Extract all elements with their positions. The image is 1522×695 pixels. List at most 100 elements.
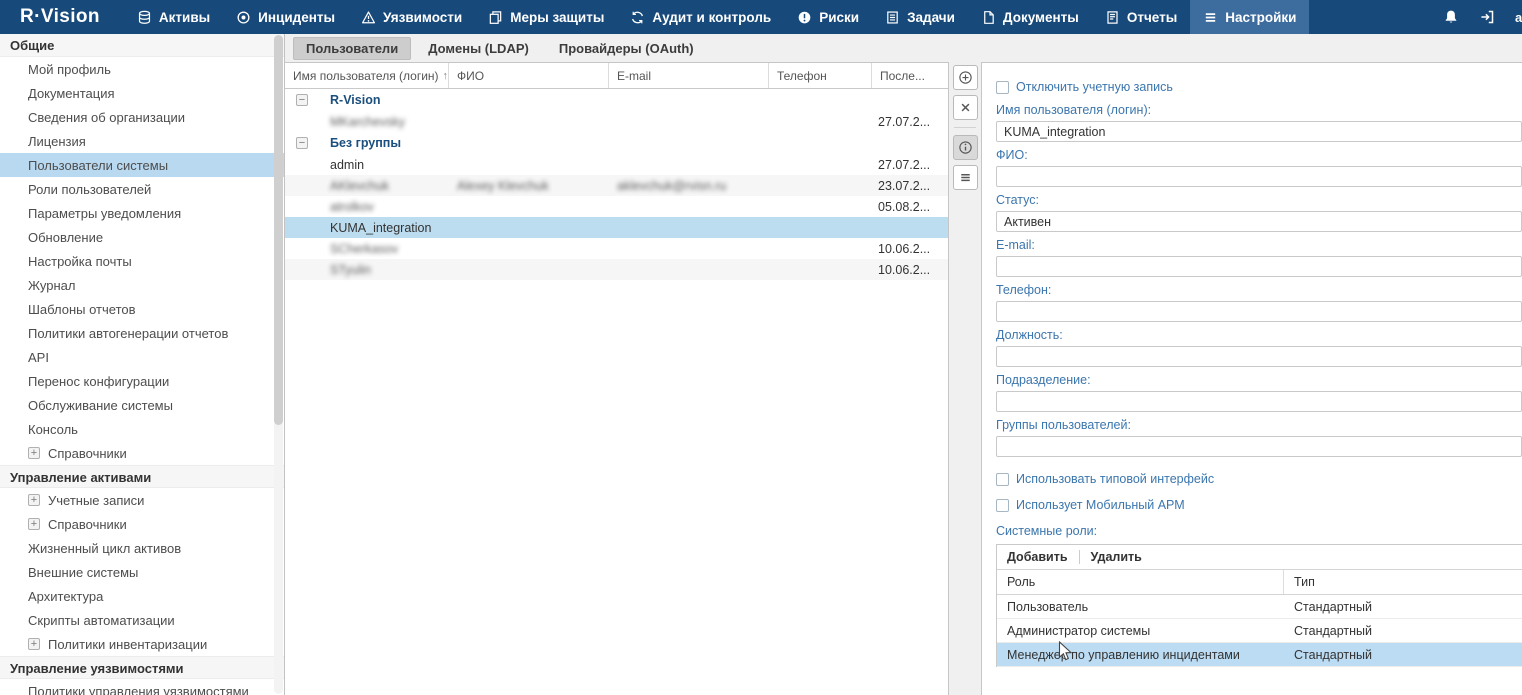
users-table-body: −R-VisionMKarchevsky27.07.2...−Без групп… <box>285 89 948 695</box>
checkbox-box[interactable] <box>996 473 1009 486</box>
users-table-row[interactable]: SCherkasov10.06.2... <box>285 238 948 259</box>
sidebar-item[interactable]: Внешние системы <box>0 560 284 584</box>
list-view-button[interactable] <box>953 165 978 190</box>
users-table-row[interactable]: KUMA_integration <box>285 217 948 238</box>
sidebar-item-label: Сведения об организации <box>28 110 185 125</box>
nav-item[interactable]: Активы <box>124 0 223 34</box>
expand-plus-icon[interactable]: + <box>28 447 40 459</box>
users-table-row[interactable]: STyulin10.06.2... <box>285 259 948 280</box>
email-input[interactable] <box>996 256 1522 277</box>
user-groups-input[interactable] <box>996 436 1522 457</box>
users-column-header[interactable]: E-mail <box>609 63 769 88</box>
fio-input[interactable] <box>996 166 1522 187</box>
roles-column-header[interactable]: Роль <box>997 570 1284 594</box>
sidebar-item[interactable]: Сведения об организации <box>0 105 284 129</box>
phone-input[interactable] <box>996 301 1522 322</box>
department-input[interactable] <box>996 391 1522 412</box>
user-last-login-cell: 27.07.2... <box>872 158 948 172</box>
users-table-row[interactable]: admin 27.07.2... <box>285 154 948 175</box>
remove-role-button[interactable]: Удалить <box>1091 550 1142 564</box>
sidebar-item[interactable]: +Справочники <box>0 441 284 465</box>
sidebar-item[interactable]: Лицензия <box>0 129 284 153</box>
users-column-header[interactable]: ФИО <box>449 63 609 88</box>
position-input[interactable] <box>996 346 1522 367</box>
sidebar-item[interactable]: +Справочники <box>0 512 284 536</box>
login-input[interactable] <box>996 121 1522 142</box>
nav-item[interactable]: Задачи <box>872 0 968 34</box>
sidebar-scrollbar[interactable] <box>274 35 283 694</box>
users-group-row[interactable]: −R-Vision <box>285 89 948 111</box>
sidebar-item[interactable]: Обслуживание системы <box>0 393 284 417</box>
users-column-header[interactable]: Телефон <box>769 63 872 88</box>
users-table-row[interactable]: AKlevchukAlexey Klevchukaklevchuk@rvisn.… <box>285 175 948 196</box>
sidebar-item[interactable]: Документация <box>0 81 284 105</box>
roles-table-row[interactable]: Менеджер по управлению инцидентамиСтанда… <box>997 643 1522 667</box>
nav-item[interactable]: Аудит и контроль <box>617 0 784 34</box>
sidebar-item[interactable]: Жизненный цикл активов <box>0 536 284 560</box>
sort-ascending-icon: ↑ <box>443 70 449 82</box>
sidebar-item[interactable]: Скрипты автоматизации <box>0 608 284 632</box>
tab[interactable]: Провайдеры (OAuth) <box>546 37 707 60</box>
roles-table-row[interactable]: ПользовательСтандартный <box>997 595 1522 619</box>
notifications-bell-icon[interactable] <box>1443 9 1459 25</box>
sidebar-item[interactable]: Перенос конфигурации <box>0 369 284 393</box>
sidebar-item[interactable]: Политики управления уязвимостями <box>0 679 284 695</box>
users-table-row[interactable]: MKarchevsky27.07.2... <box>285 111 948 132</box>
checkbox-box[interactable] <box>996 81 1009 94</box>
sidebar-item[interactable]: Мой профиль <box>0 57 284 81</box>
tasks-icon <box>885 10 900 25</box>
expand-plus-icon[interactable]: + <box>28 638 40 650</box>
add-record-button[interactable] <box>953 65 978 90</box>
sidebar-item[interactable]: Параметры уведомления <box>0 201 284 225</box>
tab[interactable]: Пользователи <box>293 37 411 60</box>
add-role-button[interactable]: Добавить <box>1007 550 1068 564</box>
status-input[interactable] <box>996 211 1522 232</box>
sidebar-item[interactable]: Консоль <box>0 417 284 441</box>
sidebar-item[interactable]: Настройка почты <box>0 249 284 273</box>
sidebar-item[interactable]: Обновление <box>0 225 284 249</box>
sidebar-item-label: Архитектура <box>28 589 103 604</box>
nav-item[interactable]: Инциденты <box>223 0 348 34</box>
detail-field: Группы пользователей: <box>996 418 1522 457</box>
collapse-minus-icon[interactable]: − <box>296 94 308 106</box>
nav-item[interactable]: Документы <box>968 0 1092 34</box>
disable-account-checkbox[interactable]: Отключить учетную запись <box>996 77 1522 97</box>
tab[interactable]: Домены (LDAP) <box>415 37 542 60</box>
users-column-header[interactable]: Имя пользователя (логин)↑ <box>285 63 449 88</box>
expand-plus-icon[interactable]: + <box>28 518 40 530</box>
nav-item[interactable]: Уязвимости <box>348 0 475 34</box>
roles-table-row[interactable]: Администратор системыСтандартный <box>997 619 1522 643</box>
sidebar-item[interactable]: +Политики инвентаризации <box>0 632 284 656</box>
checkbox-box[interactable] <box>996 499 1009 512</box>
sidebar-item[interactable]: Шаблоны отчетов <box>0 297 284 321</box>
close-icon <box>958 100 973 115</box>
sidebar-item[interactable]: +Учетные записи <box>0 488 284 512</box>
logout-icon[interactable] <box>1479 9 1495 25</box>
nav-item[interactable]: Настройки <box>1190 0 1309 34</box>
info-button[interactable] <box>953 135 978 160</box>
sidebar-item[interactable]: Пользователи системы <box>0 153 284 177</box>
nav-item[interactable]: Риски <box>784 0 872 34</box>
report-icon <box>1105 10 1120 25</box>
content-row: Имя пользователя (логин)↑ФИОE-mailТелефо… <box>285 62 1522 695</box>
sidebar-item[interactable]: Журнал <box>0 273 284 297</box>
nav-item[interactable]: Отчеты <box>1092 0 1190 34</box>
sidebar-item[interactable]: Роли пользователей <box>0 177 284 201</box>
detail-checkboxes: Использовать типовой интерфейс Использует… <box>996 469 1522 515</box>
users-table-row[interactable]: atrolkov05.08.2... <box>285 196 948 217</box>
sidebar-item[interactable]: API <box>0 345 284 369</box>
sidebar-item[interactable]: Политики автогенерации отчетов <box>0 321 284 345</box>
user-login-cell: admin <box>285 158 449 172</box>
sidebar-scrollbar-thumb[interactable] <box>274 35 283 425</box>
sidebar-item-label: Документация <box>28 86 115 101</box>
roles-column-header[interactable]: Тип <box>1284 570 1522 594</box>
mobile-arm-checkbox[interactable]: Использует Мобильный АРМ <box>996 495 1522 515</box>
users-group-row[interactable]: −Без группы <box>285 132 948 154</box>
sidebar-item[interactable]: Архитектура <box>0 584 284 608</box>
delete-record-button[interactable] <box>953 95 978 120</box>
nav-item[interactable]: Меры защиты <box>475 0 617 34</box>
users-column-header[interactable]: После... <box>872 63 948 88</box>
collapse-minus-icon[interactable]: − <box>296 137 308 149</box>
expand-plus-icon[interactable]: + <box>28 494 40 506</box>
typical-interface-checkbox[interactable]: Использовать типовой интерфейс <box>996 469 1522 489</box>
